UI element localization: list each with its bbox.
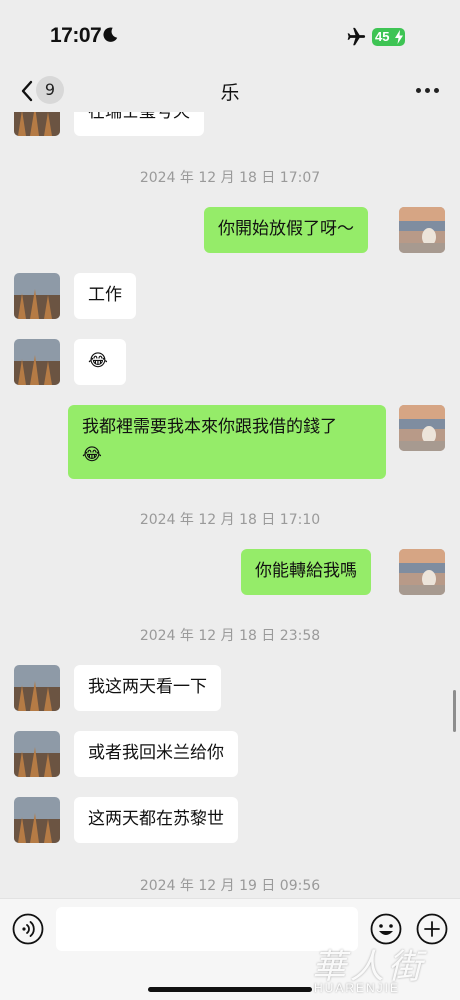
chat-title: 乐 — [220, 82, 240, 104]
outgoing-message[interactable]: 我都裡需要我本來你跟我借的錢了 😂 — [68, 405, 386, 479]
incoming-message[interactable]: 我这两天看一下 — [74, 665, 221, 711]
timestamp: 2024 年 12 月 18 日 17:07 — [139, 170, 321, 186]
scrollbar-thumb[interactable] — [453, 690, 456, 732]
my-avatar[interactable] — [399, 405, 445, 451]
airplane-icon — [347, 27, 366, 46]
battery-indicator: 45 — [372, 28, 405, 46]
message-text: 工作 — [88, 285, 122, 305]
chat-header: 9 乐 — [0, 70, 460, 112]
more-button[interactable] — [410, 78, 444, 100]
incoming-message[interactable]: 或者我回米兰给你 — [74, 731, 238, 777]
message-text: 我这两天看一下 — [88, 677, 207, 697]
incoming-message[interactable]: 在瑞士玺号天 — [74, 112, 204, 136]
message-text: 你開始放假了呀～ — [218, 219, 354, 239]
voice-icon[interactable] — [12, 913, 44, 945]
charging-bolt-icon — [395, 30, 403, 44]
message-emoji: 😂 — [88, 351, 108, 371]
outgoing-message[interactable]: 你開始放假了呀～ — [204, 207, 368, 253]
contact-avatar[interactable] — [14, 665, 60, 711]
timestamp: 2024 年 12 月 18 日 17:10 — [139, 512, 321, 528]
message-text: 在瑞士玺号天 — [88, 112, 190, 122]
timestamp: 2024 年 12 月 18 日 23:58 — [139, 628, 321, 644]
my-avatar[interactable] — [399, 207, 445, 253]
incoming-message[interactable]: 这两天都在苏黎世 — [74, 797, 238, 843]
status-bar: 17:07 45 — [0, 0, 460, 70]
contact-avatar[interactable] — [14, 273, 60, 319]
message-text: 或者我回米兰给你 — [88, 743, 224, 763]
timestamp: 2024 年 12 月 19 日 09:56 — [139, 878, 321, 894]
watermark: 華人街 HUARENJIE — [300, 939, 460, 1000]
incoming-message[interactable]: 工作 — [74, 273, 136, 319]
contact-avatar[interactable] — [14, 339, 60, 385]
contact-avatar[interactable] — [14, 112, 60, 136]
message-list[interactable]: 在瑞士玺号天 2024 年 12 月 18 日 17:07 你開始放假了呀～ 工… — [0, 112, 460, 898]
message-text: 这两天都在苏黎世 — [88, 809, 224, 829]
home-indicator[interactable] — [148, 987, 312, 992]
message-emoji: 😂 — [82, 445, 102, 465]
my-avatar[interactable] — [399, 549, 445, 595]
contact-avatar[interactable] — [14, 797, 60, 843]
watermark-text: HUARENJIE — [314, 981, 401, 995]
outgoing-message[interactable]: 你能轉給我嗎 — [241, 549, 371, 595]
incoming-message[interactable]: 😂 — [74, 339, 126, 385]
status-time: 17:07 — [50, 24, 102, 47]
input-bar: 華人街 HUARENJIE — [0, 898, 460, 1000]
more-icon — [416, 88, 421, 93]
battery-level: 45 — [375, 29, 390, 44]
contact-avatar[interactable] — [14, 731, 60, 777]
message-text: 你能轉給我嗎 — [255, 561, 357, 581]
message-text: 我都裡需要我本來你跟我借的錢了 — [82, 417, 337, 437]
moon-icon — [103, 27, 118, 42]
